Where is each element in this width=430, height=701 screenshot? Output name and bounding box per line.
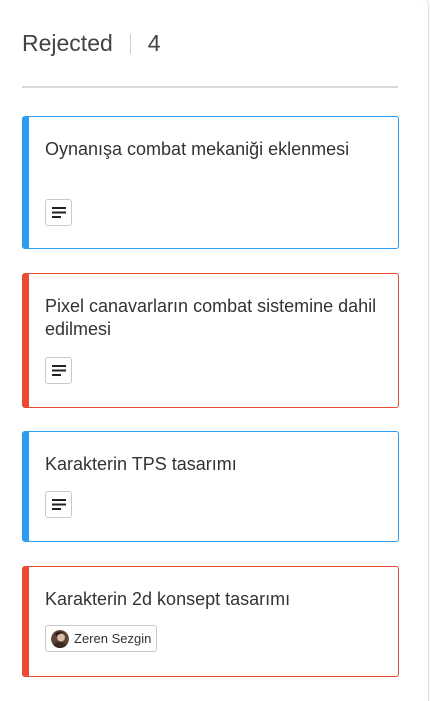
column-header-divider — [129, 34, 131, 54]
column-title: Rejected — [22, 30, 113, 56]
description-icon[interactable] — [45, 199, 72, 226]
kanban-column-rejected: Rejected 4 Oynanışa combat mekaniği ekle… — [0, 0, 429, 701]
description-icon[interactable] — [45, 491, 72, 518]
assignee-name: Zeren Sezgin — [74, 631, 152, 646]
column-header: Rejected 4 — [22, 28, 398, 88]
task-card-title[interactable]: Karakterin 2d konsept tasarımı — [45, 588, 384, 611]
task-card-title[interactable]: Karakterin TPS tasarımı — [45, 453, 384, 476]
description-icon[interactable] — [45, 357, 72, 384]
task-card[interactable]: Karakterin 2d konsept tasarımı Zeren Sez… — [22, 566, 399, 677]
user-avatar — [51, 629, 69, 648]
task-card-title[interactable]: Oynanışa combat mekaniği eklenmesi — [45, 138, 384, 161]
task-card[interactable]: Oynanışa combat mekaniği eklenmesi — [22, 116, 399, 249]
task-card-title[interactable]: Pixel canavarların combat sistemine dahi… — [45, 295, 384, 341]
task-card[interactable]: Karakterin TPS tasarımı — [22, 431, 399, 542]
column-card-count: 4 — [147, 30, 161, 56]
assignee-chip[interactable]: Zeren Sezgin — [45, 625, 158, 652]
task-card[interactable]: Pixel canavarların combat sistemine dahi… — [22, 273, 399, 408]
